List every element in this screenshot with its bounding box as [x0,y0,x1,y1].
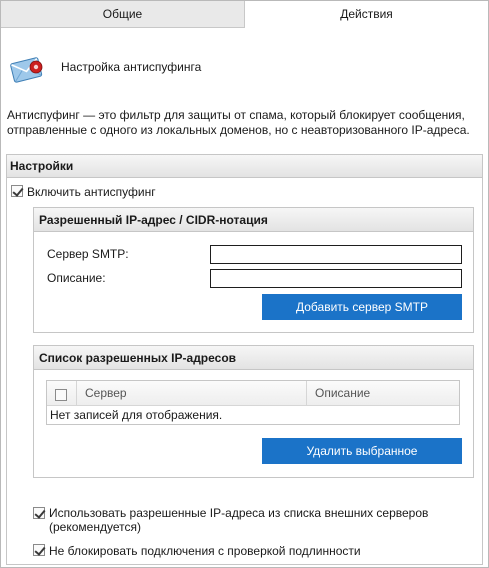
description-text: Антиспуфинг — это фильтр для защиты от с… [7,108,470,137]
allowed-ip-panel: Разрешенный IP-адрес / CIDR-нотация Серв… [33,207,474,333]
select-all-checkbox[interactable] [55,388,67,401]
smtp-server-input[interactable] [210,245,462,264]
enable-antispoofing-checkbox[interactable] [11,185,23,197]
no-block-label: Не блокировать подключения с проверкой п… [49,544,361,558]
no-block-row: Не блокировать подключения с проверкой п… [33,544,361,558]
column-header-description[interactable]: Описание [315,381,370,406]
email-shield-icon [9,54,47,84]
page-title: Настройка антиспуфинга [61,60,202,74]
add-smtp-server-button[interactable]: Добавить сервер SMTP [262,294,462,320]
allowed-ip-panel-title: Разрешенный IP-адрес / CIDR-нотация [34,208,473,232]
use-external-label: Использовать разрешенные IP-адреса из сп… [49,506,429,534]
table-header: Сервер Описание [47,381,459,406]
delete-selected-button[interactable]: Удалить выбранное [262,438,462,464]
use-external-row: Использовать разрешенные IP-адреса из сп… [33,506,463,534]
description-input[interactable] [210,269,462,288]
smtp-server-label: Сервер SMTP: [47,247,129,261]
allowed-ip-list-title: Список разрешенных IP-адресов [34,346,473,370]
no-block-checkbox[interactable] [33,544,45,556]
tab-general[interactable]: Общие [1,1,245,28]
description-label: Описание: [47,271,106,285]
allowed-ip-list-panel: Список разрешенных IP-адресов Сервер Опи… [33,345,474,478]
page-header [9,49,47,89]
settings-group: Настройки Включить антиспуфинг Разрешенн… [6,154,483,565]
use-external-checkbox[interactable] [33,507,45,519]
enable-antispoofing-row: Включить антиспуфинг [11,185,156,199]
enable-antispoofing-label: Включить антиспуфинг [27,185,156,199]
empty-table-message: Нет записей для отображения. [50,408,223,422]
settings-title: Настройки [7,155,482,178]
column-header-server[interactable]: Сервер [85,381,127,406]
tab-bar: Общие Действия [1,1,488,28]
tab-actions[interactable]: Действия [245,1,488,28]
allowed-ip-table: Сервер Описание Нет записей для отображе… [46,380,460,425]
dialog-frame: Общие Действия Настройка антиспуфинга Ан… [0,0,489,568]
